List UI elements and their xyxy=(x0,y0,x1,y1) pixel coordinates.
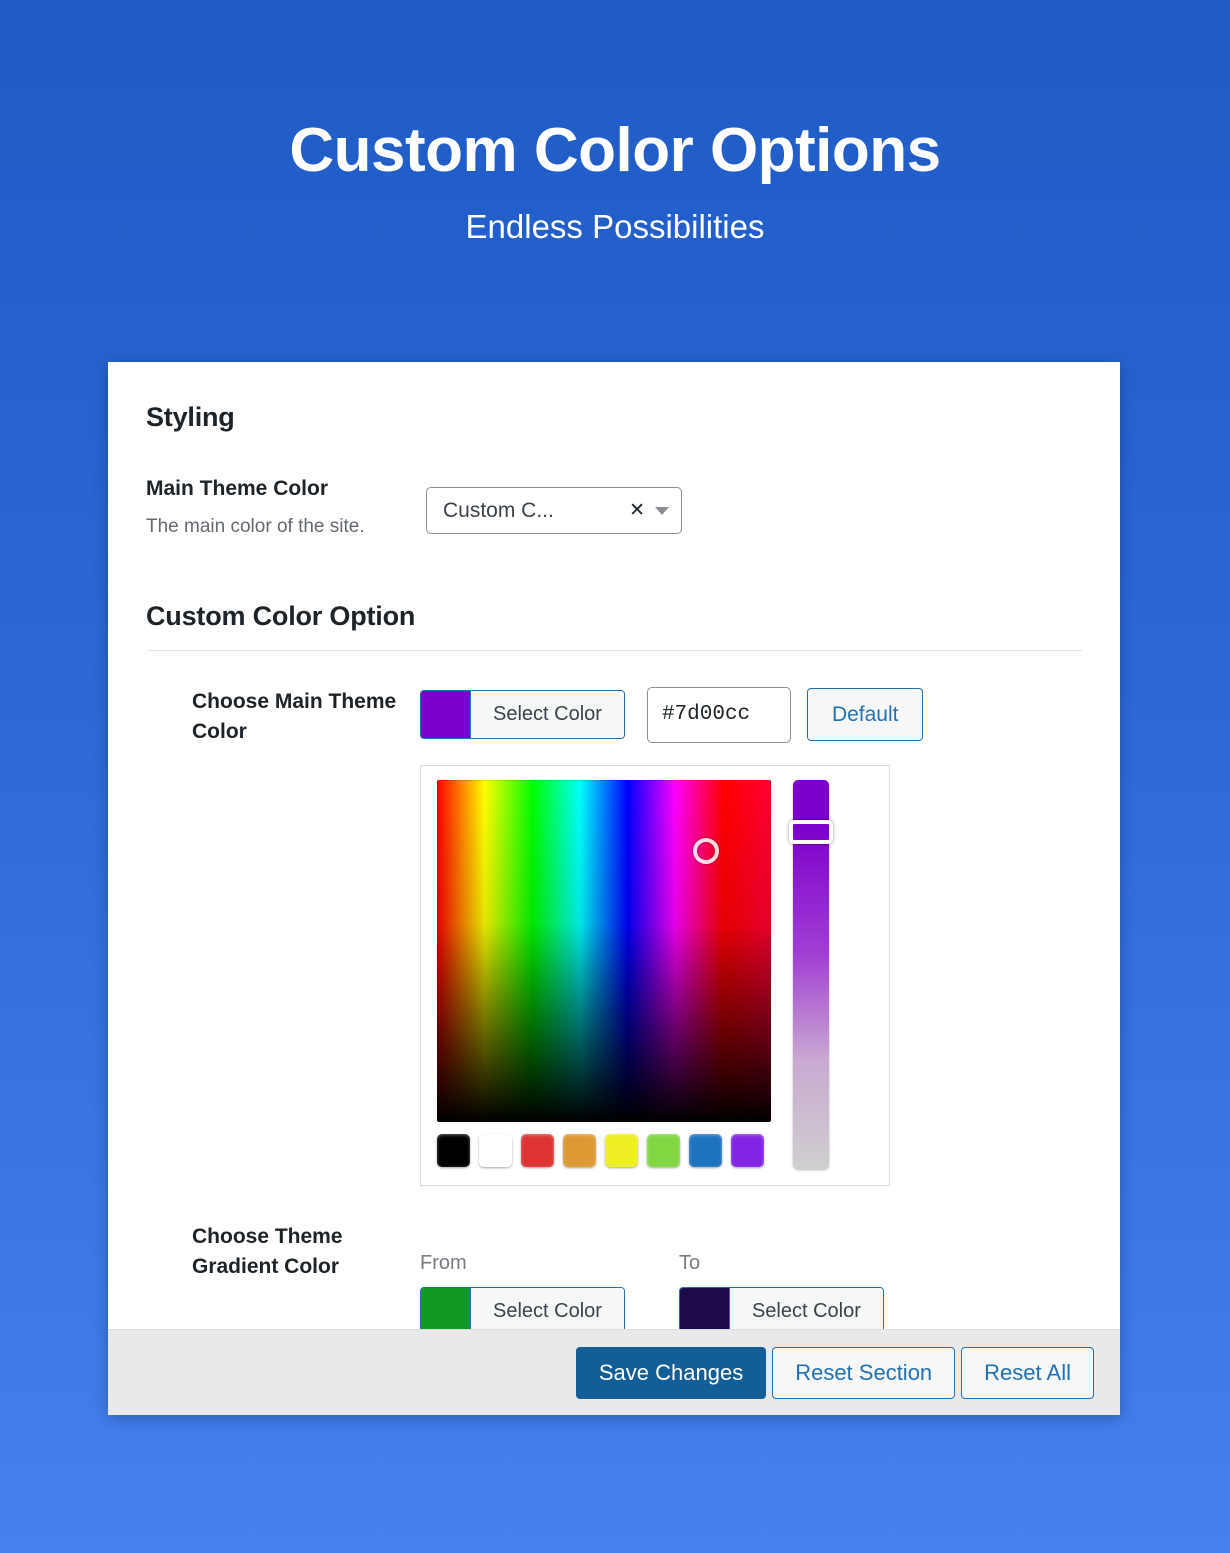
main-theme-color-label-col: Main Theme Color The main color of the s… xyxy=(146,475,426,543)
choose-theme-gradient-color-label: Choose Theme Gradient Color xyxy=(192,1224,343,1279)
choose-main-theme-color-label: Choose Main Theme Color xyxy=(192,689,397,744)
section-divider xyxy=(146,649,1082,651)
saturation-value-cursor[interactable] xyxy=(693,837,719,864)
choose-theme-gradient-color-row: Choose Theme Gradient Color From Select … xyxy=(146,1222,1082,1329)
reset-section-button[interactable]: Reset Section xyxy=(772,1346,956,1399)
page-title: Custom Color Options xyxy=(289,116,941,185)
main-theme-select-color-label: Select Color xyxy=(470,691,624,739)
preset-swatch-blue[interactable] xyxy=(689,1133,722,1167)
preset-swatch-orange[interactable] xyxy=(563,1133,596,1167)
main-theme-color-select-value: Custom C... xyxy=(443,498,554,522)
card-footer: Save Changes Reset Section Reset All xyxy=(108,1329,1120,1415)
alpha-slider-handle[interactable] xyxy=(789,819,833,844)
saturation-value-area[interactable] xyxy=(437,779,771,1122)
main-theme-color-description: The main color of the site. xyxy=(146,516,365,538)
main-theme-color-select[interactable]: Custom C... ✕ xyxy=(426,487,682,534)
preset-swatch-white[interactable] xyxy=(479,1133,512,1167)
gradient-color-controls: From Select Color To Select Color xyxy=(420,1252,1082,1329)
main-theme-color-swatch[interactable] xyxy=(421,691,470,739)
close-icon[interactable]: ✕ xyxy=(625,501,655,520)
gradient-to-select-color-button[interactable]: Select Color xyxy=(678,1286,884,1329)
main-theme-select-color-button[interactable]: Select Color xyxy=(420,690,625,740)
main-theme-hex-input[interactable]: #7d00cc xyxy=(646,686,791,743)
choose-main-theme-color-label-col: Choose Main Theme Color xyxy=(146,687,420,1186)
preset-swatch-red[interactable] xyxy=(521,1133,554,1167)
save-changes-button[interactable]: Save Changes xyxy=(575,1346,767,1399)
gradient-from-col: From Select Color xyxy=(420,1252,625,1329)
main-theme-color-control-col: Custom C... ✕ xyxy=(426,475,682,543)
main-color-controls: Select Color #7d00cc Default xyxy=(420,686,1082,743)
section-title-styling: Styling xyxy=(146,402,235,432)
gradient-to-col: To Select Color xyxy=(678,1251,884,1329)
preset-swatch-black[interactable] xyxy=(437,1133,470,1167)
reset-all-button[interactable]: Reset All xyxy=(961,1346,1094,1399)
choose-main-theme-color-row: Choose Main Theme Color Select Color #7d… xyxy=(146,686,1082,1186)
choose-theme-gradient-color-control-col: From Select Color To Select Color xyxy=(420,1222,1082,1329)
settings-card: Styling Main Theme Color The main color … xyxy=(108,362,1120,1415)
chevron-down-icon[interactable] xyxy=(655,506,669,515)
section-title-custom-color-option: Custom Color Option xyxy=(146,600,416,631)
hero-header: Custom Color Options Endless Possibiliti… xyxy=(0,0,1230,246)
gradient-from-heading: From xyxy=(420,1251,467,1274)
color-picker-panel xyxy=(420,764,890,1186)
choose-main-theme-color-control-col: Select Color #7d00cc Default xyxy=(420,686,1082,1186)
gradient-to-select-color-label: Select Color xyxy=(728,1287,883,1329)
alpha-slider[interactable] xyxy=(789,779,833,1169)
gradient-from-select-color-label: Select Color xyxy=(470,1287,624,1329)
main-theme-color-row: Main Theme Color The main color of the s… xyxy=(146,475,1082,543)
custom-color-option-section: Custom Color Option xyxy=(146,601,1082,651)
preset-swatch-purple[interactable] xyxy=(731,1133,764,1167)
gradient-to-heading: To xyxy=(678,1251,701,1274)
color-picker-left xyxy=(437,779,771,1169)
main-theme-default-button[interactable]: Default xyxy=(806,688,924,742)
preset-swatch-strip xyxy=(437,1133,771,1167)
preset-swatch-yellow[interactable] xyxy=(605,1133,638,1167)
gradient-from-select-color-button[interactable]: Select Color xyxy=(420,1286,625,1329)
gradient-to-color-swatch[interactable] xyxy=(679,1287,729,1329)
preset-swatch-green[interactable] xyxy=(647,1133,680,1167)
main-theme-color-label: Main Theme Color xyxy=(146,477,329,500)
choose-theme-gradient-color-label-col: Choose Theme Gradient Color xyxy=(146,1222,420,1329)
settings-card-body: Styling Main Theme Color The main color … xyxy=(108,362,1120,1329)
page-subtitle: Endless Possibilities xyxy=(465,208,765,246)
gradient-from-color-swatch[interactable] xyxy=(421,1287,470,1329)
